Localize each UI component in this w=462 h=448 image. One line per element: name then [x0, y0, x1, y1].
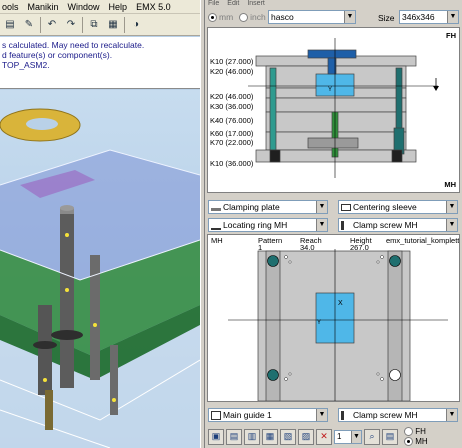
screen-icon[interactable]: ▨ — [298, 428, 314, 445]
inch-label: inch — [250, 12, 266, 22]
menu-window[interactable]: Window — [68, 2, 100, 12]
fh-label: FH — [415, 426, 426, 436]
chevron-down-icon[interactable]: ▼ — [316, 219, 327, 231]
chevron-down-icon[interactable]: ▼ — [351, 430, 361, 443]
emx-panel: File Edit Insert mm inch hasco ▼ Size 34… — [205, 0, 462, 448]
main-guide-icon — [211, 411, 221, 421]
clamp-screw-icon — [341, 411, 351, 421]
number-select[interactable]: 1 ▼ — [334, 429, 362, 444]
combo-value: Clamping plate — [223, 202, 280, 212]
combo-value: Locating ring MH — [223, 220, 288, 230]
delete-icon[interactable]: ✕ — [316, 428, 332, 445]
component-select-left-3[interactable]: Main guide 1 ▼ — [208, 408, 328, 422]
open-icon[interactable]: ▤ — [2, 17, 18, 33]
toolbar-separator — [40, 16, 41, 33]
info-icon[interactable]: ▤ — [382, 428, 398, 445]
chevron-down-icon[interactable]: ▼ — [316, 201, 327, 213]
creo-menubar: ools Manikin Window Help EMX 5.0 — [0, 0, 200, 14]
copy-icon[interactable]: ⧉ — [86, 17, 102, 33]
chevron-down-icon[interactable]: ▼ — [446, 409, 457, 421]
combo-value: Main guide 1 — [223, 410, 272, 420]
svg-text:X: X — [338, 300, 343, 307]
combo-value: Centering sleeve — [353, 202, 417, 212]
mh-radio[interactable] — [404, 437, 413, 447]
menu-manikin[interactable]: Manikin — [28, 2, 59, 12]
mh-label: MH — [415, 437, 428, 446]
component-select-right-1[interactable]: Centering sleeve ▼ — [338, 200, 458, 214]
centering-sleeve-icon — [341, 204, 351, 212]
clamp-screw-icon — [341, 221, 351, 231]
side-switch: FH MH — [404, 427, 428, 447]
plan-drawing: X Y — [228, 249, 448, 401]
emx-menu-insert[interactable]: Insert — [247, 0, 265, 8]
fh-radio[interactable] — [404, 427, 413, 436]
paste-icon[interactable]: ▦ — [105, 17, 121, 33]
mm-radio[interactable] — [208, 12, 217, 22]
emx-menu-edit[interactable]: Edit — [227, 0, 239, 8]
svg-text:Y: Y — [328, 87, 332, 93]
creo-window: ools Manikin Window Help EMX 5.0 ▤ ✎ ↶ ↷… — [0, 0, 200, 448]
plan-icon[interactable]: ▧ — [280, 428, 296, 445]
mm-label: mm — [219, 12, 234, 22]
redo-icon[interactable]: ↷ — [63, 17, 79, 33]
number-value: 1 — [337, 431, 342, 441]
creo-toolbar: ▤ ✎ ↶ ↷ ⧉ ▦ ◑ — [0, 14, 200, 36]
components-icon[interactable]: ▥ — [244, 428, 260, 445]
chevron-down-icon[interactable]: ▼ — [446, 219, 457, 231]
mold-section-view[interactable]: FH MH K10 (27.000) K20 (46.000) K20 (46.… — [207, 27, 460, 193]
emx-menu-file[interactable]: File — [208, 0, 219, 8]
component-select-right-3[interactable]: Clamp screw MH ▼ — [338, 408, 458, 422]
mold-assembly-render — [0, 108, 200, 448]
combo-value: Clamp screw MH — [353, 410, 418, 420]
size-label: Size — [378, 13, 395, 23]
display-style-icon[interactable]: ◑ — [128, 17, 144, 33]
emx-menubar: File Edit Insert — [205, 0, 462, 8]
assembly-icon[interactable]: ▣ — [208, 428, 224, 445]
edit-icon[interactable]: ✎ — [21, 17, 37, 33]
undo-icon[interactable]: ↶ — [44, 17, 60, 33]
menu-tools[interactable]: ools — [2, 2, 19, 12]
locating-ring-icon — [211, 221, 221, 231]
inch-radio[interactable] — [239, 12, 249, 22]
mold-plan-view[interactable]: MH Pattern 1 Reach 34.0 Height 267.0 emx… — [207, 234, 460, 402]
section-icon[interactable]: ▦ — [262, 428, 278, 445]
toolbar-separator — [124, 16, 125, 33]
component-select-left-1[interactable]: Clamping plate ▼ — [208, 200, 328, 214]
application-window: ools Manikin Window Help EMX 5.0 ▤ ✎ ↶ ↷… — [0, 0, 462, 448]
svg-text:Y: Y — [317, 320, 321, 326]
message-area: s calculated. May need to recalculate. d… — [0, 37, 200, 89]
component-select-left-2[interactable]: Locating ring MH ▼ — [208, 218, 328, 232]
supplier-value: hasco — [271, 12, 294, 22]
emx-bottom-toolbar: ▣ ▤ ▥ ▦ ▧ ▨ ✕ 1 ▼ ⌕ ▤ FH MH — [205, 425, 462, 448]
toolbar-separator — [82, 16, 83, 33]
zoom-icon[interactable]: ⌕ — [364, 428, 380, 445]
menu-help[interactable]: Help — [109, 2, 128, 12]
message-line: TOP_ASM2. — [2, 60, 50, 70]
combo-value: Clamp screw MH — [353, 220, 418, 230]
section-drawing: Y — [248, 38, 439, 178]
component-select-right-2[interactable]: Clamp screw MH ▼ — [338, 218, 458, 232]
message-line: s calculated. May need to recalculate. — [2, 40, 145, 50]
menu-emx[interactable]: EMX 5.0 — [136, 2, 171, 12]
size-value: 346x346 — [402, 12, 435, 22]
chevron-down-icon[interactable]: ▼ — [447, 11, 458, 23]
chevron-down-icon[interactable]: ▼ — [446, 201, 457, 213]
size-select[interactable]: 346x346 ▼ — [399, 10, 459, 24]
chevron-down-icon[interactable]: ▼ — [344, 11, 355, 23]
supplier-select[interactable]: hasco ▼ — [268, 10, 356, 24]
chevron-down-icon[interactable]: ▼ — [316, 409, 327, 421]
3d-model-viewport[interactable] — [0, 90, 200, 448]
clamping-plate-icon — [211, 208, 221, 212]
plates-icon[interactable]: ▤ — [226, 428, 242, 445]
message-line: d feature(s) or component(s). — [2, 50, 113, 60]
